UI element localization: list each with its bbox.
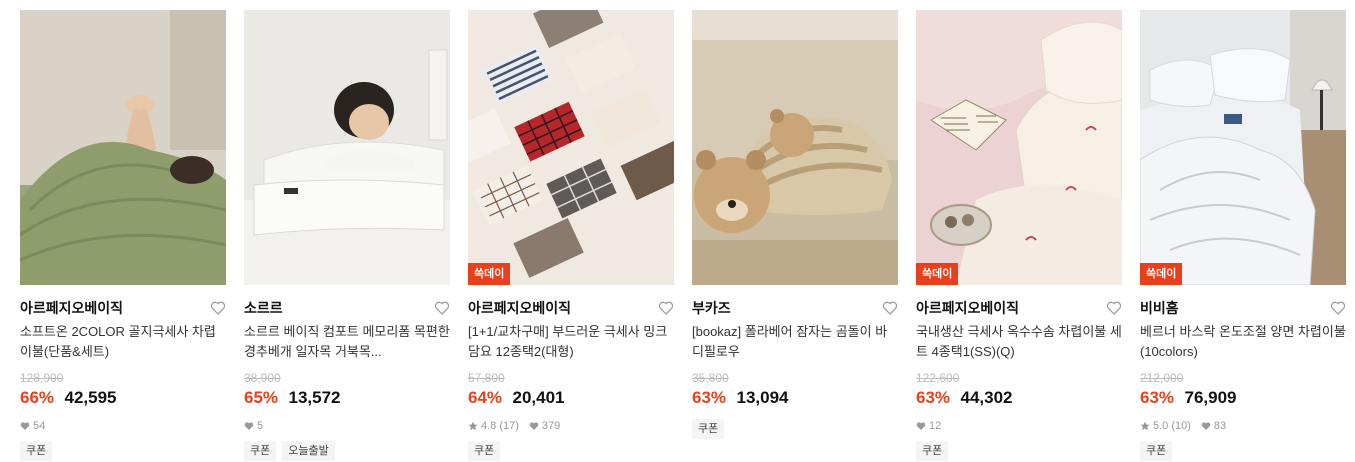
product-title[interactable]: 소프트온 2COLOR 골지극세사 차렵이불(단품&세트)	[20, 322, 226, 362]
review-count: (17)	[499, 420, 519, 432]
original-price: 212,000	[1140, 371, 1184, 385]
brand-name[interactable]: 소르르	[244, 300, 283, 316]
meta-row: 5	[244, 419, 450, 433]
discount-rate: 63%	[1140, 388, 1175, 407]
star-icon	[1140, 421, 1150, 431]
product-image[interactable]	[244, 10, 450, 285]
ssgday-badge: 쓱데이	[468, 263, 511, 285]
folded-blankets-photo	[468, 10, 674, 285]
discount-rate: 64%	[468, 388, 503, 407]
product-title[interactable]: [1+1/교차구매] 부드러운 극세사 밍크담요 12종택2(대형)	[468, 322, 674, 362]
tag-list: 쿠폰	[916, 441, 1122, 461]
product-image[interactable]: 쓱데이	[468, 10, 674, 285]
sale-price: 42,595	[64, 388, 117, 407]
sale-price: 13,094	[736, 388, 789, 407]
product-card[interactable]: 아르페지오베이직 소프트온 2COLOR 골지극세사 차렵이불(단품&세트) 1…	[20, 10, 226, 462]
brand-name[interactable]: 아르페지오베이직	[916, 300, 1019, 316]
discount-rate: 66%	[20, 388, 55, 407]
brand-name[interactable]: 아르페지오베이직	[468, 300, 571, 316]
heart-outline-icon[interactable]	[434, 300, 450, 316]
original-price: 35,800	[692, 371, 729, 385]
bear-body-pillow-photo	[692, 10, 898, 285]
product-title[interactable]: [bookaz] 폴라베어 잠자는 곰돌이 바디필로우	[692, 322, 898, 362]
product-title[interactable]: 베르너 바스락 온도조절 양면 차렵이불 (10colors)	[1140, 322, 1346, 362]
coupon-tag: 쿠폰	[692, 419, 725, 439]
heart-outline-icon[interactable]	[882, 300, 898, 316]
ssgday-badge: 쓱데이	[916, 263, 959, 285]
price-row: 63% 13,094	[692, 387, 898, 409]
meta-row: 4.8 (17) 379	[468, 419, 674, 433]
sale-price: 76,909	[1184, 388, 1237, 407]
sale-price: 20,401	[512, 388, 565, 407]
tag-list: 쿠폰	[468, 441, 674, 461]
original-price: 38,900	[244, 371, 281, 385]
heart-filled-icon	[244, 422, 254, 430]
coupon-tag: 쿠폰	[916, 441, 949, 461]
coupon-tag: 쿠폰	[20, 441, 53, 461]
product-card[interactable]: 부카즈 [bookaz] 폴라베어 잠자는 곰돌이 바디필로우 35,800 6…	[692, 10, 898, 462]
product-title[interactable]: 소르르 베이직 컴포트 메모리폼 목편한 경추베개 일자목 거북목...	[244, 322, 450, 362]
product-image[interactable]: 쓱데이	[1140, 10, 1346, 285]
meta-row: 5.0 (10) 83	[1140, 419, 1346, 433]
likes-count: 54	[20, 419, 45, 433]
coupon-tag: 쿠폰	[1140, 441, 1173, 461]
price-row: 63% 76,909	[1140, 387, 1346, 409]
heart-outline-icon[interactable]	[1330, 300, 1346, 316]
product-card[interactable]: 소르르 소르르 베이직 컴포트 메모리폼 목편한 경추베개 일자목 거북목...…	[244, 10, 450, 462]
heart-outline-icon[interactable]	[210, 300, 226, 316]
heart-filled-icon	[1201, 422, 1211, 430]
star-icon	[468, 421, 478, 431]
sale-price: 13,572	[288, 388, 341, 407]
rating: 4.8 (17)	[468, 419, 519, 433]
ssgday-badge: 쓱데이	[1140, 263, 1183, 285]
brand-name[interactable]: 아르페지오베이직	[20, 300, 123, 316]
product-title[interactable]: 국내생산 극세사 옥수수솜 차렵이불 세트 4종택1(SS)(Q)	[916, 322, 1122, 362]
heart-outline-icon[interactable]	[658, 300, 674, 316]
coupon-tag: 쿠폰	[468, 441, 501, 461]
pink-bedding-photo	[916, 10, 1122, 285]
sale-price: 44,302	[960, 388, 1013, 407]
meta-row: 12	[916, 419, 1122, 433]
price-row: 64% 20,401	[468, 387, 674, 409]
memory-foam-pillow-photo	[244, 10, 450, 285]
discount-rate: 63%	[692, 388, 727, 407]
brand-name[interactable]: 비비홈	[1140, 300, 1179, 316]
meta-row: 54	[20, 419, 226, 433]
white-bedding-photo	[1140, 10, 1346, 285]
original-price: 122,600	[916, 371, 960, 385]
product-image[interactable]	[692, 10, 898, 285]
product-card[interactable]: 쓱데이 비비홈 베르너 바스락 온도조절 양면 차렵이불 (10colors) …	[1140, 10, 1346, 462]
likes-count: 12	[916, 419, 941, 433]
heart-outline-icon[interactable]	[1106, 300, 1122, 316]
coupon-tag: 쿠폰	[244, 441, 277, 461]
rating: 5.0 (10)	[1140, 419, 1191, 433]
tag-list: 쿠폰	[692, 419, 898, 439]
product-card[interactable]: 쓱데이 아르페지오베이직 국내생산 극세사 옥수수솜 차렵이불 세트 4종택1(…	[916, 10, 1122, 462]
likes-count: 379	[529, 419, 560, 433]
tag-list: 쿠폰 오늘출발	[244, 441, 450, 461]
tag-list: 쿠폰	[1140, 441, 1346, 461]
product-card[interactable]: 쓱데이 아르페지오베이직 [1+1/교차구매] 부드러운 극세사 밍크담요 12…	[468, 10, 674, 462]
discount-rate: 63%	[916, 388, 951, 407]
discount-rate: 65%	[244, 388, 279, 407]
price-row: 65% 13,572	[244, 387, 450, 409]
price-row: 63% 44,302	[916, 387, 1122, 409]
original-price: 57,800	[468, 371, 505, 385]
brand-name[interactable]: 부카즈	[692, 300, 731, 316]
product-image[interactable]: 쓱데이	[916, 10, 1122, 285]
review-count: (10)	[1171, 420, 1191, 432]
likes-count: 83	[1201, 419, 1226, 433]
product-image[interactable]	[20, 10, 226, 285]
same-day-shipping-tag: 오늘출발	[282, 441, 335, 461]
heart-filled-icon	[20, 422, 30, 430]
heart-filled-icon	[916, 422, 926, 430]
tag-list: 쿠폰	[20, 441, 226, 461]
original-price: 128,900	[20, 371, 64, 385]
price-row: 66% 42,595	[20, 387, 226, 409]
green-blanket-photo	[20, 10, 226, 285]
likes-count: 5	[244, 419, 263, 433]
heart-filled-icon	[529, 422, 539, 430]
